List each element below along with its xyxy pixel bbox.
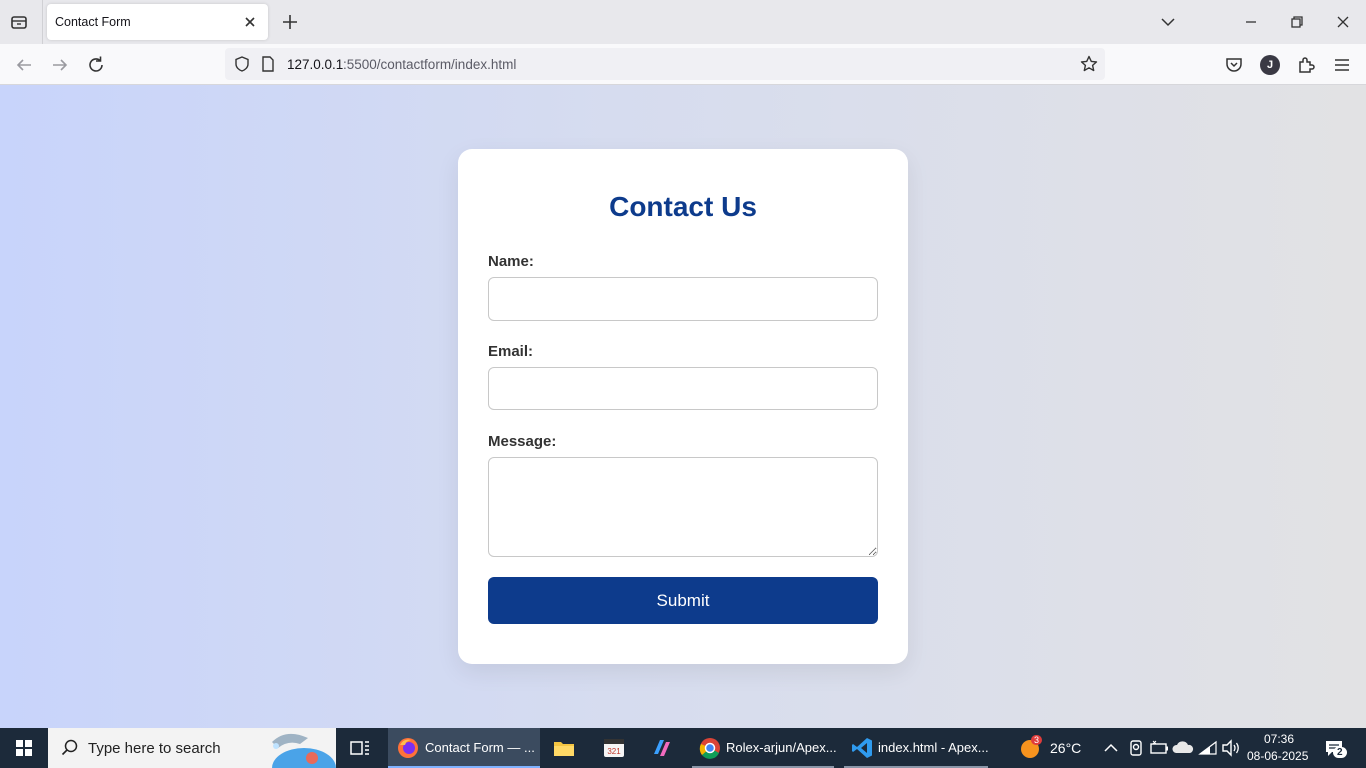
pocket-icon[interactable]	[1222, 53, 1246, 77]
email-input[interactable]	[488, 367, 878, 410]
reload-icon[interactable]	[84, 53, 108, 77]
battery-icon[interactable]	[1147, 736, 1171, 760]
wifi-icon[interactable]	[1196, 736, 1220, 760]
taskbar-app-label: Rolex-arjun/Apex...	[726, 740, 837, 755]
taskbar-app-label: Contact Form — ...	[425, 740, 535, 755]
extensions-icon[interactable]	[1294, 53, 1318, 77]
close-window-icon[interactable]	[1331, 10, 1355, 34]
taskbar-search-box[interactable]: Type here to search	[48, 728, 336, 768]
firefox-icon	[398, 738, 418, 758]
weather-badge: 3	[1031, 735, 1043, 745]
tab-title: Contact Form	[55, 15, 131, 29]
submit-button[interactable]: Submit	[488, 577, 878, 624]
tab-contact-form[interactable]: Contact Form	[47, 4, 268, 40]
onedrive-cloud-icon[interactable]	[1171, 736, 1195, 760]
vscode-icon	[852, 738, 872, 758]
new-tab-icon[interactable]	[279, 11, 301, 33]
minimize-icon[interactable]	[1239, 10, 1263, 34]
temperature[interactable]: 26°C	[1050, 740, 1081, 756]
bookmark-star-icon[interactable]	[1079, 54, 1099, 74]
page-viewport: Contact Us Name: Email: Message: Submit	[0, 85, 1366, 728]
tab-list-icon[interactable]	[8, 11, 30, 33]
taskbar-app-label: index.html - Apex...	[878, 740, 989, 755]
tab-divider	[42, 0, 43, 44]
account-avatar[interactable]: J	[1260, 55, 1280, 75]
message-textarea[interactable]	[488, 457, 878, 557]
url-host: 127.0.0.1	[287, 57, 344, 72]
taskbar-app-firefox[interactable]: Contact Form — ...	[388, 728, 540, 768]
camera-icon[interactable]	[1124, 736, 1148, 760]
page-title: Contact Us	[609, 191, 757, 222]
restore-icon[interactable]	[1285, 10, 1309, 34]
tab-bar: Contact Form	[0, 0, 1366, 44]
forward-arrow-icon[interactable]	[48, 53, 72, 77]
search-icon	[61, 739, 78, 756]
url-path: :5500/contactform/index.html	[343, 57, 517, 72]
search-highlight-image	[272, 733, 336, 768]
message-label: Message:	[488, 433, 557, 450]
clock-date[interactable]: 08-06-2025	[1247, 749, 1308, 763]
shield-icon[interactable]	[233, 55, 251, 73]
clock-time[interactable]: 07:36	[1263, 732, 1295, 746]
file-explorer-icon[interactable]	[552, 736, 576, 760]
search-placeholder: Type here to search	[88, 740, 221, 757]
close-tab-icon[interactable]	[240, 12, 260, 32]
name-label: Name:	[488, 253, 534, 270]
task-view-icon[interactable]	[348, 736, 372, 760]
name-input[interactable]	[488, 277, 878, 321]
windows-start-icon[interactable]	[0, 728, 48, 768]
chevron-down-icon[interactable]	[1156, 10, 1180, 34]
volume-icon[interactable]	[1219, 736, 1243, 760]
contact-form-card: Contact Us Name: Email: Message: Submit	[458, 149, 908, 664]
chevron-up-icon[interactable]	[1099, 736, 1123, 760]
svg-text:321: 321	[607, 747, 621, 756]
back-arrow-icon[interactable]	[12, 53, 36, 77]
taskbar-app-chrome[interactable]: Rolex-arjun/Apex...	[692, 728, 837, 768]
copilot-icon[interactable]	[650, 736, 674, 760]
chrome-icon	[699, 738, 720, 759]
menu-icon[interactable]	[1330, 53, 1354, 77]
clipchamp-icon[interactable]: 321	[602, 736, 626, 760]
notification-count: 2	[1333, 747, 1347, 758]
address-bar[interactable]: 127.0.0.1 :5500/contactform/index.html	[225, 48, 1105, 80]
taskbar-app-vscode[interactable]: index.html - Apex...	[844, 728, 989, 768]
taskbar: Type here to search Contact Form — ... 3…	[0, 728, 1366, 768]
page-info-icon[interactable]	[261, 55, 275, 73]
email-label: Email:	[488, 343, 534, 360]
navigation-bar: 127.0.0.1 :5500/contactform/index.html J	[0, 44, 1366, 85]
